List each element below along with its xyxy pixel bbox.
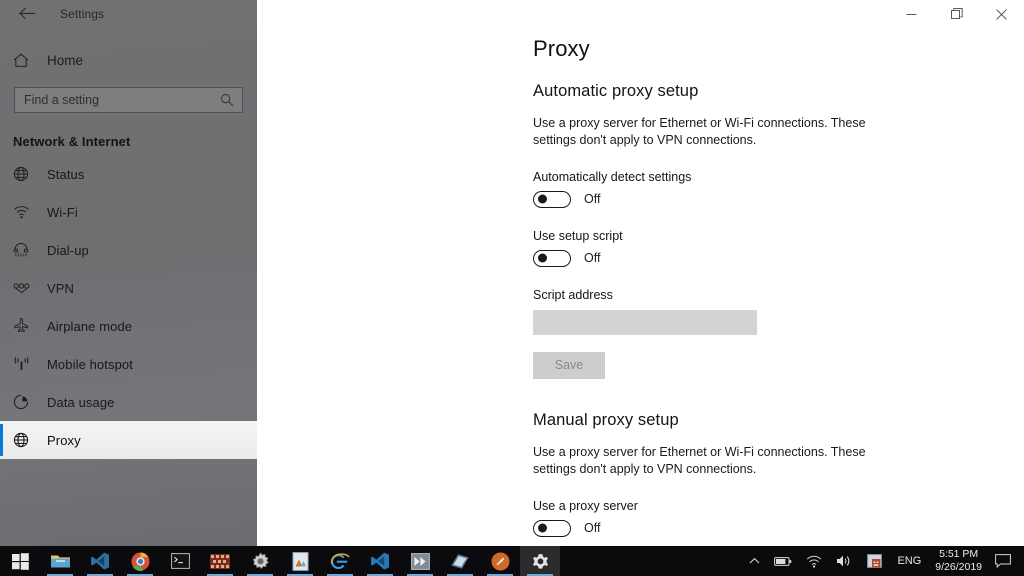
window-title: Settings bbox=[60, 6, 105, 21]
book-app-icon[interactable] bbox=[440, 546, 480, 576]
globe-icon bbox=[13, 166, 39, 182]
windows-start-icon[interactable] bbox=[0, 546, 40, 576]
settings-navigation-pane: Settings Home Find a setting Network & I… bbox=[0, 0, 257, 546]
orange-circle-app-icon[interactable] bbox=[480, 546, 520, 576]
system-tray: ENG 5:51 PM 9/26/2019 bbox=[742, 546, 1024, 576]
sidebar-item-status-label: Status bbox=[47, 166, 85, 182]
notification-icon[interactable] bbox=[988, 546, 1020, 576]
sidebar-category-heading: Network & Internet bbox=[13, 134, 131, 149]
sidebar-item-home[interactable]: Home bbox=[0, 43, 257, 77]
gear-app-icon[interactable]: w bbox=[240, 546, 280, 576]
data-usage-icon bbox=[13, 394, 39, 410]
setup-script-toggle-state: Off bbox=[584, 251, 601, 266]
dialup-icon bbox=[13, 243, 39, 257]
auto-detect-label: Automatically detect settings bbox=[533, 169, 692, 184]
settings-body: Proxy Automatic proxy setup Use a proxy … bbox=[257, 0, 1024, 537]
language-indicator[interactable]: ENG bbox=[889, 555, 929, 567]
auto-detect-toggle-row: Off bbox=[533, 190, 1024, 208]
fast-forward-icon[interactable] bbox=[400, 546, 440, 576]
automatic-proxy-heading: Automatic proxy setup bbox=[533, 82, 699, 100]
home-icon bbox=[13, 53, 40, 68]
sidebar-item-wifi[interactable]: Wi-Fi bbox=[0, 193, 257, 231]
sidebar-item-status[interactable]: Status bbox=[0, 155, 257, 193]
save-button[interactable]: Save bbox=[533, 351, 605, 379]
hotspot-icon bbox=[13, 357, 39, 371]
chevron-up-icon[interactable] bbox=[742, 546, 767, 576]
tray-app-icon[interactable] bbox=[860, 546, 889, 576]
sidebar-item-mobile-hotspot[interactable]: Mobile hotspot bbox=[0, 345, 257, 383]
sidebar-item-home-label: Home bbox=[47, 52, 84, 68]
setup-script-toggle-row: Off bbox=[533, 249, 1024, 267]
sidebar-item-dialup[interactable]: Dial-up bbox=[0, 231, 257, 269]
file-explorer-icon[interactable] bbox=[40, 546, 80, 576]
screen: Settings Home Find a setting Network & I… bbox=[0, 0, 1024, 576]
sidebar-item-vpn-label: VPN bbox=[47, 280, 75, 296]
sidebar-item-vpn[interactable]: VPN bbox=[0, 269, 257, 307]
search-icon[interactable] bbox=[220, 93, 242, 107]
speaker-icon[interactable] bbox=[829, 546, 860, 576]
toggle-knob bbox=[537, 253, 547, 263]
auto-detect-toggle-state: Off bbox=[584, 192, 601, 207]
page-title: Proxy bbox=[533, 36, 590, 61]
clock-time: 5:51 PM bbox=[939, 547, 979, 560]
settings-content-pane: Proxy Automatic proxy setup Use a proxy … bbox=[257, 0, 1024, 546]
auto-detect-toggle[interactable] bbox=[533, 190, 571, 208]
battery-icon[interactable] bbox=[767, 546, 799, 576]
globe-icon bbox=[13, 432, 39, 448]
document-app-icon[interactable] bbox=[280, 546, 320, 576]
sidebar-item-proxy[interactable]: Proxy bbox=[0, 421, 257, 459]
setup-script-label: Use setup script bbox=[533, 228, 623, 243]
toggle-knob bbox=[537, 523, 547, 533]
search-input[interactable]: Find a setting bbox=[14, 87, 243, 113]
sidebar-item-data-usage[interactable]: Data usage bbox=[0, 383, 257, 421]
automatic-proxy-description: Use a proxy server for Ethernet or Wi-Fi… bbox=[533, 116, 866, 147]
settings-gear-icon[interactable] bbox=[520, 546, 560, 576]
sidebar-item-airplane-mode[interactable]: Airplane mode bbox=[0, 307, 257, 345]
clock[interactable]: 5:51 PM 9/26/2019 bbox=[929, 548, 988, 575]
taskbar: w ENG 5:51 PM 9/26/2019 bbox=[0, 546, 1024, 576]
sidebar-item-wifi-label: Wi-Fi bbox=[47, 204, 78, 220]
internet-explorer-icon[interactable] bbox=[320, 546, 360, 576]
command-prompt-icon[interactable] bbox=[160, 546, 200, 576]
settings-window: Settings Home Find a setting Network & I… bbox=[0, 0, 1024, 546]
script-address-input[interactable] bbox=[533, 309, 757, 335]
svg-text:w: w bbox=[258, 560, 263, 566]
sidebar-item-list: Status Wi-Fi Dial-up VPN Airplane mode M… bbox=[0, 155, 257, 459]
sidebar-item-dialup-label: Dial-up bbox=[47, 242, 89, 258]
script-address-label: Script address bbox=[533, 287, 613, 302]
use-proxy-server-label: Use a proxy server bbox=[533, 498, 638, 513]
sidebar-item-airplane-mode-label: Airplane mode bbox=[47, 318, 133, 334]
back-arrow-icon[interactable] bbox=[12, 3, 42, 25]
google-chrome-icon[interactable] bbox=[120, 546, 160, 576]
toggle-knob bbox=[537, 194, 547, 204]
manual-proxy-heading: Manual proxy setup bbox=[533, 410, 679, 429]
sidebar-item-mobile-hotspot-label: Mobile hotspot bbox=[47, 356, 133, 372]
sidebar-item-proxy-label: Proxy bbox=[47, 432, 81, 448]
vpn-icon bbox=[13, 282, 39, 294]
wifi-icon bbox=[13, 205, 39, 219]
setup-script-toggle[interactable] bbox=[533, 249, 571, 267]
sidebar-item-data-usage-label: Data usage bbox=[47, 394, 115, 410]
manual-proxy-description: Use a proxy server for Ethernet or Wi-Fi… bbox=[533, 444, 866, 476]
use-proxy-server-toggle-state: Off bbox=[584, 521, 601, 535]
airplane-icon bbox=[13, 318, 39, 334]
use-proxy-server-toggle-row: Off bbox=[533, 519, 1024, 537]
vscode-icon[interactable] bbox=[360, 546, 400, 576]
use-proxy-server-toggle[interactable] bbox=[533, 519, 571, 537]
wifi-icon[interactable] bbox=[799, 546, 829, 576]
pixel-app-icon[interactable] bbox=[200, 546, 240, 576]
clock-date: 9/26/2019 bbox=[935, 561, 982, 573]
nav-titlebar: Settings bbox=[0, 0, 257, 27]
vscode-insiders-icon[interactable] bbox=[80, 546, 120, 576]
search-placeholder: Find a setting bbox=[24, 93, 100, 107]
